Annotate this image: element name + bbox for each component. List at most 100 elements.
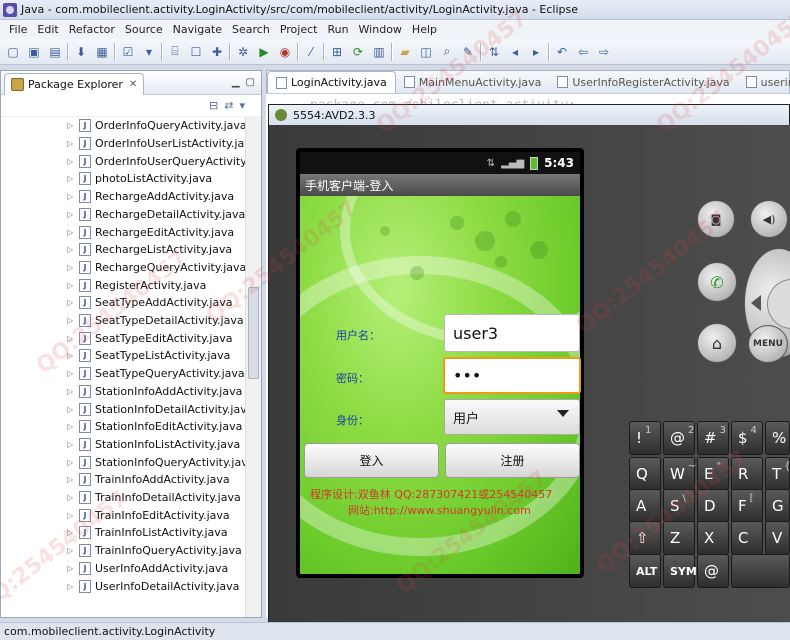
expand-icon[interactable]: ▷ [67,263,79,272]
expand-icon[interactable]: ▷ [67,139,79,148]
key[interactable]: #3 [697,421,729,455]
tree-item[interactable]: ▷ J StationInfoQueryActivity.java [67,453,245,471]
task-icon[interactable]: ☑ [119,43,137,61]
expand-icon[interactable]: ▷ [67,210,79,219]
tree-item[interactable]: ▷ J StationInfoDetailActivity.java [67,400,245,418]
tree-item[interactable]: ▷ J OrderInfoQueryActivity.java [67,117,245,135]
camera-button[interactable]: ◙ [697,200,735,238]
key[interactable]: A [629,489,661,523]
pencil-icon[interactable]: ✎ [459,43,477,61]
expand-icon[interactable]: ▷ [67,422,79,431]
expand-icon[interactable]: ▷ [67,582,79,591]
register-button[interactable]: 注册 [445,443,580,478]
dpad-center[interactable] [767,279,790,329]
menu-file[interactable]: File [4,23,32,36]
new-icon[interactable]: ▢ [4,43,22,61]
menu-source[interactable]: Source [120,23,168,36]
key[interactable]: T{ [765,457,790,491]
key[interactable]: Q [629,457,661,491]
tree-item[interactable]: ▷ J OrderInfoUserListActivity.java [67,135,245,153]
menu-window[interactable]: Window [354,23,407,36]
expand-icon[interactable]: ▷ [67,298,79,307]
key[interactable]: C [731,521,763,555]
close-icon[interactable]: ✕ [129,79,137,90]
link-editor-icon[interactable]: ⇄ [224,99,233,112]
tree-item[interactable]: ▷ J StationInfoEditActivity.java [67,418,242,436]
tree-item[interactable]: ▷ J RechargeAddActivity.java [67,188,234,206]
dropdown-icon[interactable]: ▾ [140,43,158,61]
role-dropdown[interactable]: 用户 [444,399,580,435]
key[interactable]: @2 [663,421,695,455]
tab-login-activity[interactable]: LoginActivity.java [267,71,396,93]
expand-icon[interactable]: ▷ [67,405,79,414]
key[interactable]: D [697,489,729,523]
expand-icon[interactable]: ▷ [67,228,79,237]
expand-icon[interactable]: ▷ [67,440,79,449]
open-type-icon[interactable]: ⌸ [166,43,184,61]
menu-edit[interactable]: Edit [32,23,63,36]
key[interactable]: F[ [731,489,763,523]
annotation-icon[interactable]: ⇅ [485,43,503,61]
menu-button[interactable]: MENU [748,325,788,363]
key[interactable]: G [765,489,790,523]
login-button[interactable]: 登入 [304,443,439,478]
pin-icon[interactable]: ⁄ [302,43,320,61]
expand-icon[interactable]: ▷ [67,121,79,130]
expand-icon[interactable]: ▷ [67,387,79,396]
expand-icon[interactable]: ▷ [67,174,79,183]
shift-key[interactable]: ⇧ [629,521,661,555]
tree-item[interactable]: ▷ J SeatTypeListActivity.java [67,347,230,365]
android-icon[interactable]: ✚ [208,43,226,61]
search-icon[interactable]: ⌕ [438,43,456,61]
key[interactable]: X [697,521,729,555]
tab-userinfo[interactable]: userinfo_ [738,71,790,93]
tree-item[interactable]: ▷ J TrainInfoAddActivity.java [67,471,230,489]
menu-refactor[interactable]: Refactor [64,23,120,36]
forward-icon[interactable]: ▸ [527,43,545,61]
tree-item[interactable]: ▷ J RegisterActivity.java [67,276,206,294]
forward-history-icon[interactable]: ⇨ [595,43,613,61]
external-tools-icon[interactable]: ◉ [276,43,294,61]
tree-item[interactable]: ▷ J RechargeDetailActivity.java [67,206,245,224]
collapse-all-icon[interactable]: ⊟ [209,99,218,112]
key[interactable]: E " [697,457,729,491]
tree-scrollbar[interactable] [245,117,261,617]
debug-icon[interactable]: ✲ [234,43,252,61]
expand-icon[interactable]: ▷ [67,369,79,378]
tree-item[interactable]: ▷ JphotoListActivity.java [67,170,212,188]
menu-help[interactable]: Help [407,23,442,36]
expand-icon[interactable]: ▷ [67,546,79,555]
call-button[interactable]: ✆ [697,262,737,302]
tab-user-info-register-activity[interactable]: UserInfoRegisterActivity.java [549,71,737,93]
package-explorer-tab[interactable]: Package Explorer ✕ [4,72,145,95]
key[interactable]: %5 [765,421,790,455]
print-icon[interactable]: ▤ [46,43,64,61]
tree-item[interactable]: ▷ J TrainInfoDetailActivity.java [67,489,241,507]
view-menu-icon[interactable]: ▾ [239,99,245,112]
expand-icon[interactable]: ▷ [67,475,79,484]
tree-item[interactable]: ▷ J TrainInfoEditActivity.java [67,506,230,524]
expand-icon[interactable]: ▷ [67,245,79,254]
back-history-icon[interactable]: ⇦ [574,43,592,61]
key[interactable]: S \ [663,489,695,523]
at-key[interactable]: @ [697,554,729,588]
scrollbar-thumb[interactable] [248,287,259,379]
expand-icon[interactable]: ▷ [67,528,79,537]
tree-item[interactable]: ▷ J SeatTypeAddActivity.java [67,294,232,312]
menu-project[interactable]: Project [275,23,323,36]
username-input[interactable]: user3 [444,314,580,352]
tree-item[interactable]: ▷ J RechargeQueryActivity.java [67,259,245,277]
save-icon[interactable]: ▣ [25,43,43,61]
alt-key[interactable]: ALT [629,554,661,588]
expand-icon[interactable]: ▷ [67,157,79,166]
tree-item[interactable]: ▷ J OrderInfoUserQueryActivity [67,152,245,170]
home-button[interactable]: ⌂ [697,323,737,363]
key[interactable]: $4 [731,421,763,455]
lint-icon[interactable]: ☐ [187,43,205,61]
new-package-icon[interactable]: ▥ [370,43,388,61]
tab-main-menu-activity[interactable]: MainMenuActivity.java [396,71,550,93]
expand-icon[interactable]: ▷ [67,316,79,325]
key[interactable]: W ~ [663,457,696,491]
tree-item[interactable]: ▷ J UserInfoAddActivity.java [67,560,228,578]
run-icon[interactable]: ▶ [255,43,273,61]
